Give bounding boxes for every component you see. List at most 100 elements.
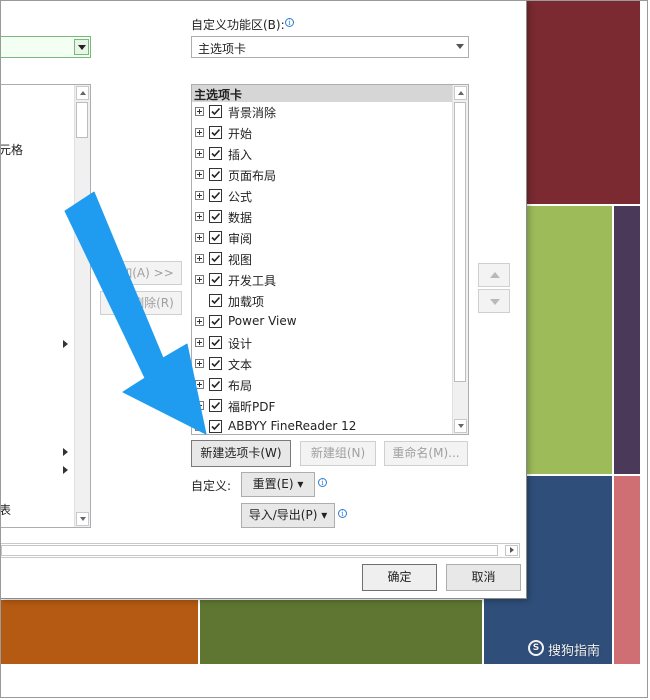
checkbox-checked[interactable] [209, 273, 222, 286]
excel-options-dialog: 元格 表 添加(A) >> << 删除(R) 自定义功能区(B): i 主选项卡… [0, 0, 527, 599]
expand-icon[interactable] [195, 128, 204, 137]
tree-item[interactable]: 视图 [195, 249, 445, 270]
checkbox-checked[interactable] [209, 189, 222, 202]
checkbox-checked[interactable] [209, 105, 222, 118]
expand-icon[interactable] [195, 212, 204, 221]
tree-item-label: 审阅 [228, 232, 253, 246]
commands-list[interactable]: 元格 表 [0, 84, 91, 528]
checkbox-checked[interactable] [209, 420, 222, 433]
bg-tile-olive [200, 600, 482, 664]
expand-icon[interactable] [195, 422, 204, 431]
tree-item[interactable]: 插入 [195, 144, 445, 165]
checkbox-checked[interactable] [209, 336, 222, 349]
tree-item[interactable]: 福昕PDF [195, 396, 445, 417]
chevron-down-icon [456, 44, 464, 49]
commands-list-item[interactable]: 表 [0, 501, 11, 518]
expand-icon[interactable] [195, 170, 204, 179]
scroll-up-button[interactable] [76, 86, 89, 100]
checkbox-checked[interactable] [209, 147, 222, 160]
submenu-arrow-icon [63, 466, 68, 474]
add-button[interactable]: 添加(A) >> [100, 261, 182, 285]
tree-item[interactable]: 设计 [195, 333, 445, 354]
customize-label: 自定义: [191, 479, 232, 493]
move-up-button[interactable] [478, 263, 510, 287]
import-export-button[interactable]: 导入/导出(P) ▾ [241, 503, 335, 528]
move-down-button[interactable] [478, 289, 510, 313]
scroll-thumb[interactable] [454, 102, 466, 382]
tree-item[interactable]: 数据 [195, 207, 445, 228]
tree-item[interactable]: 加载项 [195, 291, 445, 312]
chevron-down-icon [458, 424, 464, 428]
checkbox-checked[interactable] [209, 168, 222, 181]
scroll-down-button[interactable] [454, 419, 467, 433]
reset-button[interactable]: 重置(E) ▾ [241, 472, 315, 497]
tree-item[interactable]: 背景消除 [195, 102, 445, 123]
ok-button[interactable]: 确定 [362, 564, 437, 591]
expand-icon[interactable] [195, 338, 204, 347]
bg-tile-green [526, 206, 612, 474]
tree-item[interactable]: ABBYY FineReader 12 [195, 417, 445, 434]
chevron-up-icon [458, 91, 464, 95]
tree-item-label: 设计 [228, 337, 253, 351]
scroll-right-button[interactable] [505, 545, 518, 556]
info-icon[interactable]: i [285, 18, 294, 27]
expand-icon[interactable] [195, 359, 204, 368]
expand-icon[interactable] [195, 254, 204, 263]
checkbox-checked[interactable] [209, 399, 222, 412]
tree-item[interactable]: 审阅 [195, 228, 445, 249]
commands-from-combo[interactable] [0, 36, 91, 58]
expand-icon[interactable] [195, 275, 204, 284]
tree-item-label: 公式 [228, 190, 253, 204]
bg-tile-orange [0, 600, 198, 664]
tree-item[interactable]: 开始 [195, 123, 445, 144]
expand-icon[interactable] [195, 107, 204, 116]
checkbox-checked[interactable] [209, 231, 222, 244]
checkbox-checked[interactable] [209, 315, 222, 328]
scroll-thumb[interactable] [76, 102, 88, 138]
checkbox-checked[interactable] [209, 126, 222, 139]
customize-ribbon-combo[interactable]: 主选项卡 [191, 36, 469, 58]
checkbox-checked[interactable] [209, 378, 222, 391]
tree-item[interactable]: 公式 [195, 186, 445, 207]
rename-button[interactable]: 重命名(M)... [384, 441, 468, 466]
expand-icon[interactable] [195, 401, 204, 410]
checkbox-checked[interactable] [209, 294, 222, 307]
tree-item-label: Power View [228, 314, 297, 328]
watermark-text: 搜狗指南 [548, 644, 601, 659]
combo-drop-button[interactable] [74, 39, 89, 55]
checkbox-checked[interactable] [209, 252, 222, 265]
expand-icon[interactable] [195, 317, 204, 326]
expand-icon[interactable] [195, 380, 204, 389]
new-group-button[interactable]: 新建组(N) [300, 441, 376, 466]
tree-item[interactable]: 页面布局 [195, 165, 445, 186]
expand-icon[interactable] [195, 149, 204, 158]
arrow-up-icon [490, 272, 500, 278]
submenu-arrow-icon [63, 340, 68, 348]
horizontal-scrollbar[interactable] [0, 543, 520, 558]
tree-item[interactable]: 布局 [195, 375, 445, 396]
tree-item[interactable]: Power View [195, 312, 445, 333]
expand-icon[interactable] [195, 191, 204, 200]
tree-header-label: 主选项卡 [194, 88, 243, 102]
commands-list-scrollbar[interactable] [74, 85, 90, 527]
cancel-button[interactable]: 取消 [446, 564, 521, 591]
tree-scrollbar[interactable] [452, 85, 468, 434]
commands-list-item[interactable]: 元格 [0, 141, 23, 158]
bg-tile-purple [614, 206, 640, 474]
info-icon[interactable]: i [338, 509, 347, 518]
tree-item[interactable]: 文本 [195, 354, 445, 375]
scroll-down-button[interactable] [76, 512, 89, 526]
new-tab-button[interactable]: 新建选项卡(W) [191, 440, 291, 467]
expand-icon[interactable] [195, 233, 204, 242]
main-tabs-tree[interactable]: 主选项卡 背景消除 开始 插入 页面布局公式数据审阅视图开发工具 加载项 Power Vi… [191, 84, 469, 435]
combo-value: 主选项卡 [198, 42, 247, 56]
info-icon[interactable]: i [318, 478, 327, 487]
tree-item[interactable]: 开发工具 [195, 270, 445, 291]
scroll-thumb[interactable] [1, 545, 498, 556]
scroll-up-button[interactable] [454, 86, 467, 100]
checkbox-checked[interactable] [209, 210, 222, 223]
remove-button[interactable]: << 删除(R) [100, 291, 182, 315]
checkbox-checked[interactable] [209, 357, 222, 370]
tree-item-label: 视图 [228, 253, 253, 267]
tree-item-label: ABBYY FineReader 12 [228, 419, 357, 433]
